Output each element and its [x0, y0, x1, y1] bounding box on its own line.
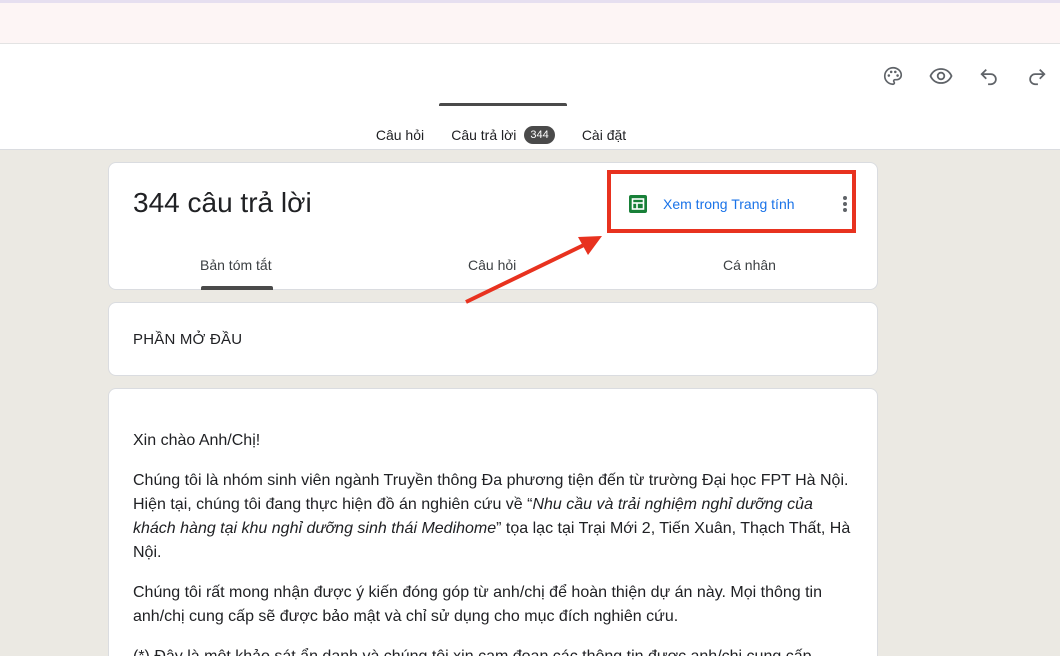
form-header: Câu hỏi Câu trả lời 344 Cài đặt [0, 44, 1060, 150]
description-card: Xin chào Anh/Chị! Chúng tôi là nhóm sinh… [108, 388, 878, 656]
tab-questions[interactable]: Câu hỏi [362, 120, 438, 150]
response-count-badge: 344 [524, 126, 555, 144]
section-title: PHẦN MỞ ĐẦU [133, 331, 243, 348]
active-tab-indicator [439, 103, 567, 106]
eye-icon[interactable] [929, 64, 953, 88]
responses-count-title: 344 câu trả lời [133, 187, 312, 218]
annotation-arrow [465, 236, 602, 304]
tab-settings-label: Cài đặt [581, 127, 627, 143]
privacy-paragraph: Chúng tôi rất mong nhận được ý kiến đóng… [133, 584, 822, 625]
section-header-card: PHẦN MỞ ĐẦU [108, 302, 878, 376]
tab-responses-label: Câu trả lời [451, 127, 517, 143]
intro-paragraph: Chúng tôi là nhóm sinh viên ngành Truyền… [133, 469, 855, 565]
redo-icon[interactable] [1025, 64, 1049, 88]
form-description: Xin chào Anh/Chị! Chúng tôi là nhóm sinh… [133, 429, 855, 656]
tab-responses[interactable]: Câu trả lời 344 [439, 120, 567, 150]
anonymity-paragraph: (*) Đây là một khảo sát ẩn danh và chúng… [133, 645, 855, 656]
annotation-highlight-box [607, 170, 856, 233]
tab-settings[interactable]: Cài đặt [568, 120, 640, 150]
palette-icon[interactable] [881, 64, 905, 88]
form-tabs: Câu hỏi Câu trả lời 344 Cài đặt [0, 120, 1060, 150]
tab-questions-label: Câu hỏi [375, 127, 425, 143]
browser-top-strip [0, 0, 1060, 44]
subtab-individual[interactable]: Cá nhân [723, 257, 776, 273]
undo-icon[interactable] [977, 64, 1001, 88]
subtab-summary[interactable]: Bản tóm tắt [200, 257, 272, 273]
active-subtab-indicator [201, 286, 273, 290]
greeting-text: Xin chào Anh/Chị! [133, 432, 261, 449]
